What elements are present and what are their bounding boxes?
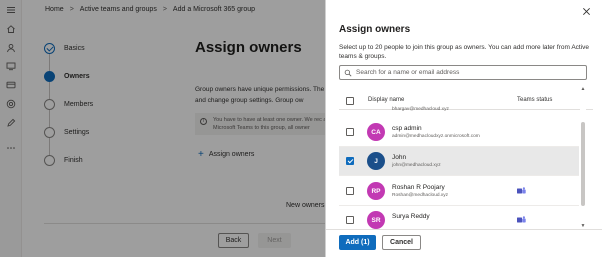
row-checkbox[interactable] (346, 128, 354, 136)
teams-icon (517, 187, 526, 195)
cancel-button[interactable]: Cancel (382, 235, 421, 250)
assign-owners-panel: Assign owners Select up to 20 people to … (325, 0, 602, 257)
avatar: CA (367, 123, 385, 141)
avatar: J (367, 152, 385, 170)
person-email: john@medhacloud.xyz (392, 163, 441, 168)
panel-footer-divider (326, 229, 602, 230)
partial-row-email: bhargav@medhacloud.xyz (392, 107, 449, 112)
select-all-checkbox[interactable] (346, 97, 354, 105)
list-row-john[interactable]: J John john@medhacloud.xyz (339, 147, 579, 176)
person-name: Roshan R Poojary (392, 184, 445, 191)
panel-description: Select up to 20 people to join this grou… (339, 44, 590, 60)
add-button[interactable]: Add (1) (339, 235, 376, 250)
person-email: admin@medhacloudxyz.onmicrosoft.com (392, 134, 480, 139)
list-row-csp-admin[interactable]: CA csp admin admin@medhacloudxyz.onmicro… (339, 118, 579, 147)
column-teams-status[interactable]: Teams status (517, 97, 552, 103)
modal-overlay[interactable] (0, 0, 325, 257)
list-scrollbar[interactable]: ▲ ▼ (580, 86, 586, 229)
person-name: Surya Reddy (392, 213, 430, 220)
list-row-surya[interactable]: SR Surya Reddy (339, 206, 579, 229)
scroll-up-icon[interactable]: ▲ (580, 86, 586, 92)
list-row-roshan[interactable]: RP Roshan R Poojary Roshan@medhacloud.xy… (339, 177, 579, 206)
person-email: Roshan@medhacloud.xyz (392, 193, 449, 198)
search-box[interactable] (339, 65, 587, 80)
person-name: csp admin (392, 125, 422, 132)
column-display-name[interactable]: Display name (368, 97, 404, 103)
close-icon[interactable] (582, 7, 591, 16)
search-icon (344, 69, 352, 76)
row-checkbox[interactable] (346, 216, 354, 224)
panel-title: Assign owners (339, 24, 411, 35)
person-name: John (392, 154, 407, 161)
list-header: Display name Teams status (339, 92, 593, 110)
search-input[interactable] (356, 69, 581, 76)
scroll-thumb[interactable] (581, 122, 585, 206)
row-checkbox[interactable] (346, 157, 354, 165)
people-list: Display name Teams status bhargav@medhac… (339, 84, 593, 229)
teams-icon (517, 216, 526, 224)
avatar: RP (367, 182, 385, 200)
avatar: SR (367, 211, 385, 229)
row-checkbox[interactable] (346, 187, 354, 195)
